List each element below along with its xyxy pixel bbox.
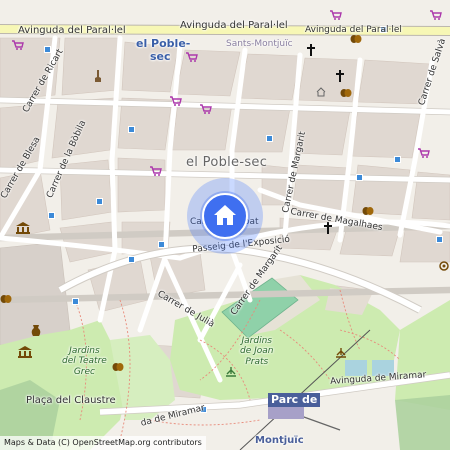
bus-stop-icon <box>356 174 363 181</box>
district-label-line2: sec <box>150 49 171 63</box>
bus-stop-icon <box>158 241 165 248</box>
bus-stop-icon <box>436 236 443 243</box>
bus-stop-icon <box>128 256 135 263</box>
park-label-teatre-grec-line1: Jardins <box>69 346 100 356</box>
park-badge-montjuic: Parc de <box>268 393 321 408</box>
bus-stop-icon <box>72 298 79 305</box>
bus-stop-icon <box>44 46 51 53</box>
park-label-joan-prats-line3: Prats <box>245 356 269 367</box>
bus-stop-icon <box>96 198 103 205</box>
street-label-paralel-top: Avinguda del Paral·lel <box>180 20 288 31</box>
district-label-poble-sec: el Poble-sec <box>186 155 268 170</box>
neighborhood-label: Sants-Montjuïc <box>226 39 293 49</box>
map-canvas[interactable]: Avinguda del Paral·lel Avinguda del Para… <box>0 0 450 450</box>
street-label-paralel-left: Avinguda del Paral·lel <box>18 25 126 36</box>
district-label-poble-sec-small: el Poble- sec <box>136 37 191 63</box>
bus-stop-icon <box>128 126 135 133</box>
park-badge-line1: Parc de <box>271 393 318 406</box>
district-label-line1: el Poble- <box>136 37 191 50</box>
bus-stop-icon <box>266 135 273 142</box>
home-icon[interactable] <box>212 202 238 228</box>
place-label-claustre: Plaça del Claustre <box>26 395 116 406</box>
bus-stop-icon <box>48 212 55 219</box>
map-attribution[interactable]: Maps & Data (C) OpenStreetMap.org contri… <box>0 436 206 450</box>
bus-stop-icon <box>394 156 401 163</box>
park-label-teatre-grec: Jardins del Teatre Grec <box>62 346 107 377</box>
park-label-teatre-grec-line2: del Teatre <box>62 356 107 367</box>
park-label-joan-prats-line2: de Joan <box>240 346 274 357</box>
park-label-joan-prats: Jardins de Joan Prats <box>240 336 274 367</box>
park-badge-line2: Montjuïc <box>255 435 304 446</box>
park-label-teatre-grec-line3: Grec <box>73 366 95 377</box>
street-label-paralel-right: Avinguda del Paral·lel <box>305 25 402 35</box>
park-label-joan-prats-line1: Jardins <box>241 336 272 346</box>
